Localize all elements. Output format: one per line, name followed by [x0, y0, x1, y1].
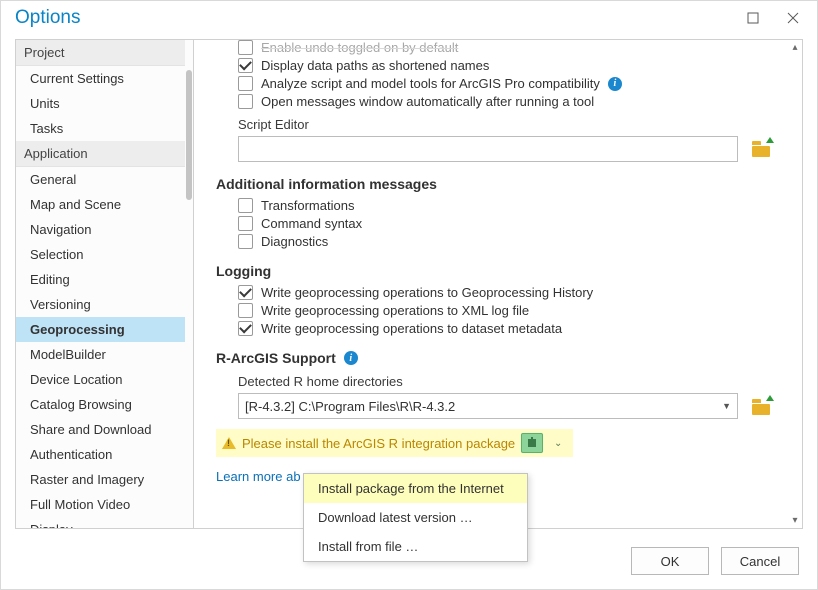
info-icon[interactable]: i	[608, 77, 622, 91]
checkbox[interactable]	[238, 58, 253, 73]
checkbox[interactable]	[238, 76, 253, 91]
browse-folder-icon[interactable]	[752, 399, 772, 415]
script-editor-input[interactable]	[238, 136, 738, 162]
checkbox[interactable]	[238, 321, 253, 336]
info-icon[interactable]: i	[344, 351, 358, 365]
option-label: Command syntax	[261, 216, 362, 231]
sidebar-item-versioning[interactable]: Versioning	[16, 292, 185, 317]
sidebar-item-raster-and-imagery[interactable]: Raster and Imagery	[16, 467, 185, 492]
scroll-up-icon[interactable]: ▴	[790, 42, 800, 53]
window-maximize-button[interactable]	[739, 7, 767, 29]
sidebar-item-selection[interactable]: Selection	[16, 242, 185, 267]
sidebar-item-current-settings[interactable]: Current Settings	[16, 66, 185, 91]
browse-folder-icon[interactable]	[752, 141, 772, 157]
menu-item-download-latest[interactable]: Download latest version …	[304, 503, 527, 532]
ok-button[interactable]: OK	[631, 547, 709, 575]
sidebar-item-geoprocessing[interactable]: Geoprocessing	[16, 317, 185, 342]
r-home-value: [R-4.3.2] C:\Program Files\R\R-4.3.2	[245, 399, 455, 414]
option-label: Open messages window automatically after…	[261, 94, 594, 109]
sidebar: Project Current Settings Units Tasks App…	[16, 40, 194, 528]
checkbox[interactable]	[238, 234, 253, 249]
section-r-arcgis: R-ArcGIS Support i	[216, 350, 790, 366]
sidebar-item-full-motion-video[interactable]: Full Motion Video	[16, 492, 185, 517]
sidebar-item-map-and-scene[interactable]: Map and Scene	[16, 192, 185, 217]
sidebar-item-navigation[interactable]: Navigation	[16, 217, 185, 242]
script-editor-label: Script Editor	[238, 117, 790, 132]
sidebar-item-display[interactable]: Display	[16, 517, 185, 528]
option-label: Enable undo toggled on by default	[261, 40, 458, 55]
scroll-down-icon[interactable]: ▾	[790, 515, 800, 526]
checkbox[interactable]	[238, 40, 253, 55]
sidebar-item-modelbuilder[interactable]: ModelBuilder	[16, 342, 185, 367]
checkbox[interactable]	[238, 198, 253, 213]
sidebar-item-share-and-download[interactable]: Share and Download	[16, 417, 185, 442]
window-title: Options	[15, 7, 80, 29]
option-label: Display data paths as shortened names	[261, 58, 489, 73]
install-package-menu: Install package from the Internet Downlo…	[303, 473, 528, 562]
option-label: Write geoprocessing operations to Geopro…	[261, 285, 593, 300]
window-close-button[interactable]	[779, 7, 807, 29]
chevron-down-icon: ▼	[722, 401, 731, 411]
menu-item-install-from-file[interactable]: Install from file …	[304, 532, 527, 561]
option-label: Write geoprocessing operations to XML lo…	[261, 303, 529, 318]
sidebar-group-header: Project	[16, 40, 185, 66]
warning-text: Please install the ArcGIS R integration …	[242, 436, 515, 451]
r-home-combobox[interactable]: [R-4.3.2] C:\Program Files\R\R-4.3.2 ▼	[238, 393, 738, 419]
sidebar-item-general[interactable]: General	[16, 167, 185, 192]
cancel-button[interactable]: Cancel	[721, 547, 799, 575]
sidebar-item-authentication[interactable]: Authentication	[16, 442, 185, 467]
menu-item-install-internet[interactable]: Install package from the Internet	[304, 474, 527, 503]
warning-icon	[222, 437, 236, 449]
install-package-dropdown[interactable]: ⌄	[549, 433, 567, 453]
sidebar-group-header: Application	[16, 141, 185, 167]
r-detected-label: Detected R home directories	[238, 374, 790, 389]
content-panel: Enable undo toggled on by default Displa…	[194, 40, 802, 528]
install-package-button[interactable]	[521, 433, 543, 453]
option-label: Diagnostics	[261, 234, 328, 249]
checkbox[interactable]	[238, 94, 253, 109]
checkbox[interactable]	[238, 285, 253, 300]
sidebar-item-units[interactable]: Units	[16, 91, 185, 116]
checkbox[interactable]	[238, 303, 253, 318]
sidebar-scrollbar[interactable]	[186, 70, 192, 200]
option-label: Transformations	[261, 198, 354, 213]
sidebar-item-tasks[interactable]: Tasks	[16, 116, 185, 141]
option-label: Write geoprocessing operations to datase…	[261, 321, 562, 336]
r-install-warning: Please install the ArcGIS R integration …	[216, 429, 573, 457]
content-scrollbar[interactable]: ▴ ▾	[790, 42, 800, 526]
section-logging: Logging	[216, 263, 790, 279]
sidebar-item-device-location[interactable]: Device Location	[16, 367, 185, 392]
sidebar-item-catalog-browsing[interactable]: Catalog Browsing	[16, 392, 185, 417]
sidebar-item-editing[interactable]: Editing	[16, 267, 185, 292]
section-additional-info: Additional information messages	[216, 176, 790, 192]
checkbox[interactable]	[238, 216, 253, 231]
option-label: Analyze script and model tools for ArcGI…	[261, 76, 600, 91]
